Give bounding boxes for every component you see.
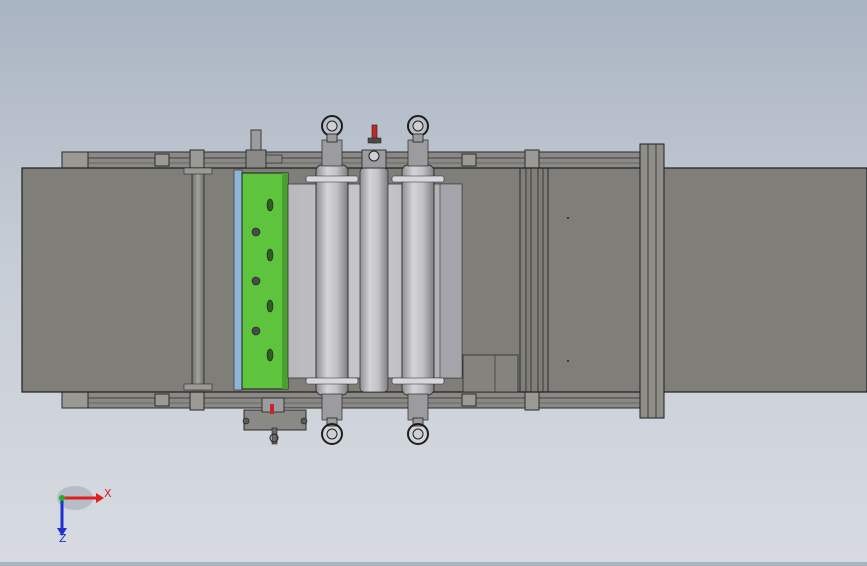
cad-model-view[interactable]: X Z <box>0 0 867 562</box>
bottom-frame-rail <box>61 391 641 411</box>
graphics-viewport[interactable]: X Z <box>0 0 867 562</box>
top-frame-rail <box>61 149 641 169</box>
right-end-plate <box>639 143 665 419</box>
x-axis-label: X <box>104 487 112 500</box>
eyebolt-bottom-left-icon <box>321 417 343 445</box>
coordinate-triad: X Z <box>57 486 112 545</box>
eyebolt-top-left-icon <box>321 115 343 143</box>
eyebolt-top-right-icon <box>407 115 429 143</box>
y-axis-dot-icon <box>59 495 65 501</box>
z-axis-label: Z <box>59 532 67 545</box>
surface-mark-bottom <box>567 360 569 362</box>
roller-middle <box>359 167 389 393</box>
sensor-post-top <box>245 129 283 169</box>
eyebolt-bottom-right-icon <box>407 417 429 445</box>
green-guide-plate <box>233 169 289 391</box>
surface-mark-top <box>567 217 569 219</box>
tension-handle-top-icon <box>361 124 387 169</box>
